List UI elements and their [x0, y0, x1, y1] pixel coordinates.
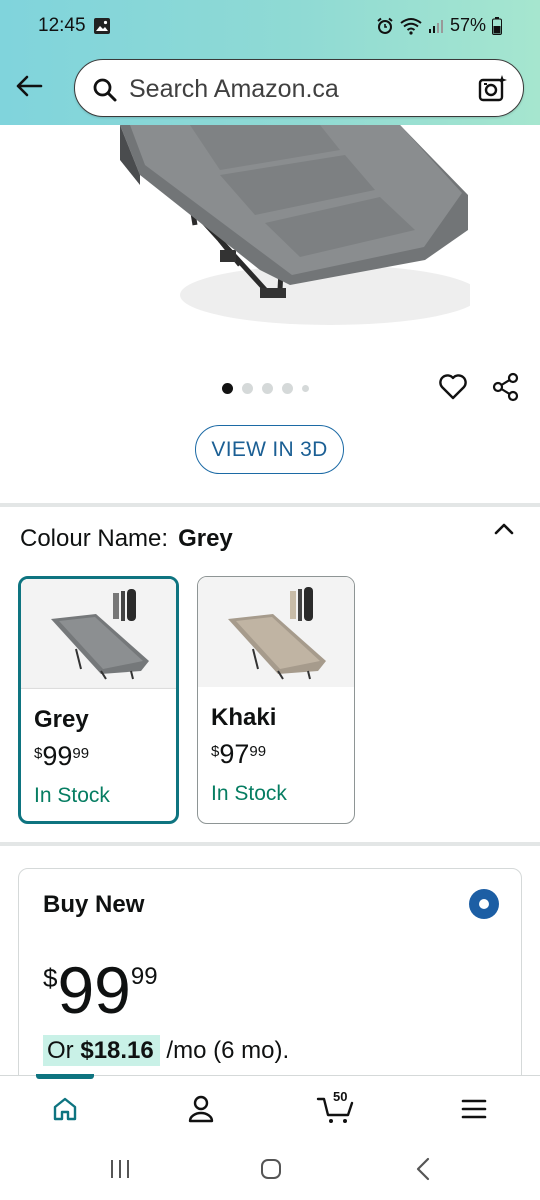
- status-indicators: 57%: [376, 15, 502, 36]
- app-header: 12:45 57%: [0, 0, 540, 125]
- home-icon[interactable]: [45, 1092, 85, 1126]
- swatch-name: Grey: [34, 706, 89, 733]
- buy-new-title: Buy New: [43, 891, 145, 918]
- status-bar: 12:45 57%: [0, 0, 540, 52]
- back-button-icon[interactable]: [412, 1157, 436, 1186]
- search-bar[interactable]: [74, 59, 524, 117]
- swatch-price: $9799: [211, 739, 266, 770]
- monthly-payment: Or $18.16 /mo (6 mo).: [43, 1035, 290, 1066]
- price-fraction: 99: [249, 743, 267, 760]
- monthly-amount: $18.16: [80, 1037, 154, 1064]
- alarm-icon: [376, 17, 394, 35]
- system-nav-bar: [0, 1139, 540, 1200]
- product-image[interactable]: [70, 125, 470, 330]
- price-fraction: 99: [130, 963, 158, 990]
- cart-count-badge: 50: [333, 1089, 348, 1104]
- back-arrow-icon[interactable]: [12, 70, 46, 102]
- search-input[interactable]: [129, 72, 449, 106]
- price-whole: 99: [42, 741, 73, 771]
- monthly-highlight: Or $18.16: [43, 1035, 160, 1066]
- price-whole: 99: [57, 953, 131, 1027]
- view-in-3d-button[interactable]: VIEW IN 3D: [195, 425, 344, 474]
- section-divider: [0, 842, 540, 846]
- wishlist-heart-icon[interactable]: [437, 371, 469, 408]
- colour-name-caption: Colour Name:: [20, 525, 169, 552]
- price-currency: $: [43, 963, 58, 993]
- price-whole: 97: [219, 739, 250, 769]
- camera-search-icon[interactable]: [477, 73, 509, 110]
- search-icon: [92, 77, 118, 108]
- colour-selected-value: Grey: [178, 525, 233, 552]
- swatch-thumbnail-khaki: [198, 577, 354, 687]
- swatch-thumbnail-grey: [21, 579, 176, 689]
- bottom-nav: 50: [0, 1074, 540, 1139]
- buy-new-radio[interactable]: [469, 889, 499, 919]
- colour-swatch-grey[interactable]: Grey $9999 In Stock: [18, 576, 179, 824]
- buy-new-price: $9999: [43, 951, 158, 1029]
- battery-level: 57%: [449, 15, 486, 35]
- swatch-price: $9999: [34, 741, 89, 772]
- account-icon[interactable]: [181, 1092, 221, 1126]
- price-currency: $: [34, 745, 43, 762]
- monthly-suffix: /mo (6 mo).: [166, 1037, 290, 1064]
- carousel-dot-active: [222, 383, 233, 394]
- buy-new-box[interactable]: Buy New $9999 Or $18.16 /mo (6 mo).: [18, 868, 522, 1108]
- price-fraction: 99: [72, 745, 90, 762]
- menu-icon[interactable]: [454, 1092, 494, 1126]
- carousel-dot: [282, 383, 293, 394]
- colour-name-label: Colour Name: Grey: [20, 525, 233, 553]
- chevron-up-icon[interactable]: [492, 520, 516, 543]
- share-icon[interactable]: [490, 371, 522, 408]
- image-carousel-dots: [222, 383, 309, 394]
- stock-status: In Stock: [34, 784, 110, 807]
- section-divider: [0, 503, 540, 507]
- colour-swatch-khaki[interactable]: Khaki $9799 In Stock: [197, 576, 355, 824]
- carousel-dot: [242, 383, 253, 394]
- monthly-prefix: Or: [47, 1037, 74, 1064]
- signal-icon: [428, 18, 444, 34]
- price-currency: $: [211, 743, 220, 760]
- recent-apps-icon[interactable]: [108, 1157, 132, 1186]
- gallery-notification-icon: [93, 17, 111, 40]
- carousel-dot: [302, 385, 309, 392]
- stock-status: In Stock: [211, 782, 287, 805]
- swatch-name: Khaki: [211, 704, 277, 731]
- home-button-icon[interactable]: [259, 1157, 283, 1186]
- carousel-dot: [262, 383, 273, 394]
- status-time: 12:45: [38, 15, 86, 36]
- wifi-icon: [400, 17, 422, 35]
- active-tab-indicator: [36, 1074, 94, 1079]
- battery-icon: [492, 16, 502, 35]
